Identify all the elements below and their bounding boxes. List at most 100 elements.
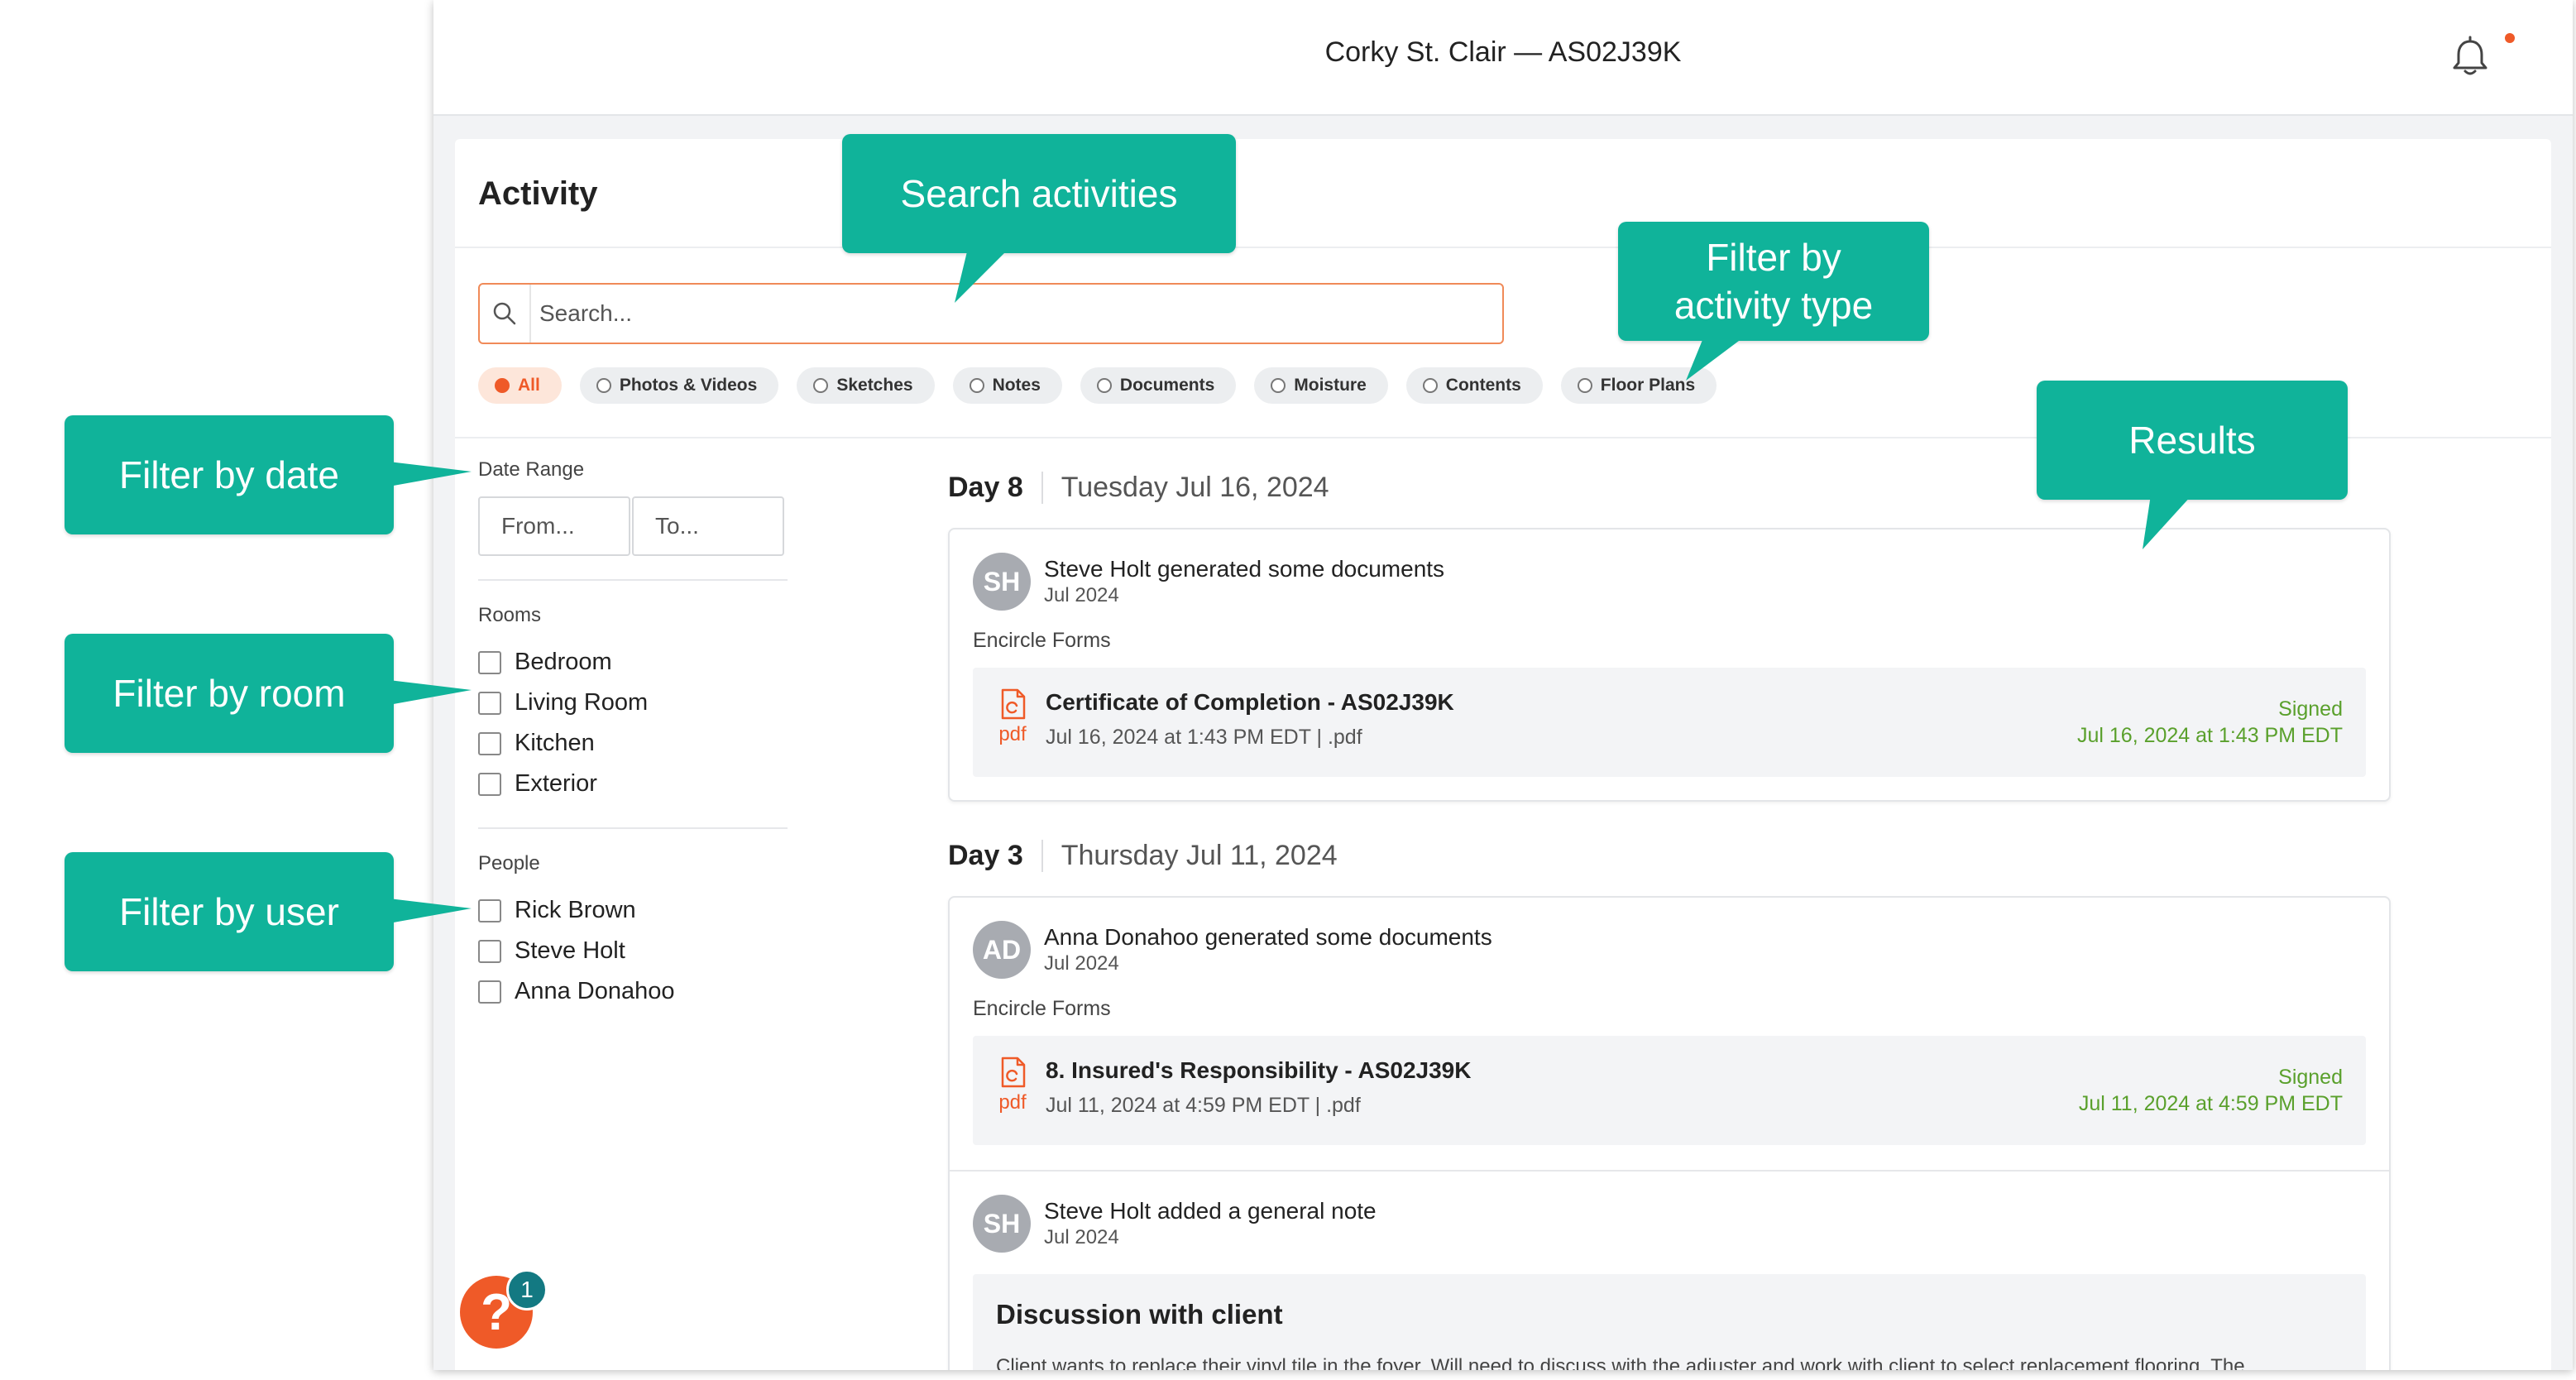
day-date: Tuesday Jul 16, 2024 (1061, 471, 1329, 503)
callout-type-line2: activity type (1673, 284, 1874, 327)
person-filter-rick-brown[interactable]: Rick Brown (478, 890, 788, 931)
person-filter-label: Steve Holt (515, 937, 625, 964)
activity-entry: SH Steve Holt generated some documents Jul… (973, 553, 2366, 777)
callout-user-pointer (389, 898, 472, 923)
rooms-label: Rooms (478, 604, 542, 626)
notification-dot (2505, 33, 2515, 43)
people-label: People (478, 852, 540, 874)
filter-chip-label: Contents (1445, 376, 1521, 395)
panel-header: Activity (455, 139, 2551, 248)
radio-icon (813, 378, 829, 393)
checkbox[interactable] (478, 691, 501, 715)
entry-description: Steve Holt added a general note (1044, 1198, 1377, 1224)
entry-description: Steve Holt generated some documents (1044, 556, 1445, 582)
radio-icon (596, 378, 611, 393)
note-title: Discussion with client (996, 1299, 1283, 1330)
activity-card: SH Steve Holt generated some documents Jul… (948, 528, 2391, 802)
avatar: SH (973, 553, 1031, 611)
day-number: Day 3 (948, 839, 1043, 872)
entry-header: AD Anna Donahoo generated some documents J… (973, 921, 2366, 979)
person-filter-steve-holt[interactable]: Steve Holt (478, 931, 788, 971)
checkbox[interactable] (478, 898, 501, 922)
filter-chip-sketches[interactable]: Sketches (797, 367, 935, 404)
radio-icon (1422, 378, 1438, 393)
bell-icon[interactable] (2445, 31, 2495, 81)
room-filter-exterior[interactable]: Exterior (478, 764, 788, 804)
document-group-label: Encircle Forms (973, 997, 1111, 1020)
person-filter-anna-donahoo[interactable]: Anna Donahoo (478, 971, 788, 1012)
document-group-label: Encircle Forms (973, 629, 1111, 652)
divider (478, 827, 788, 829)
signed-status: Signed Jul 16, 2024 at 1:43 PM EDT (2077, 696, 2343, 749)
avatar: AD (973, 921, 1031, 979)
app-window: Corky St. Clair — AS02J39K Activity All P… (433, 0, 2573, 1370)
callout-activity-type: Filter by activity type (1618, 222, 1929, 341)
checkbox[interactable] (478, 650, 501, 674)
checkbox[interactable] (478, 731, 501, 755)
claim-title: Corky St. Clair — AS02J39K (1324, 36, 1682, 68)
date-range: From... To... (478, 496, 788, 556)
callout-results-pointer (2143, 495, 2192, 549)
entry-description: Anna Donahoo generated some documents (1044, 924, 1492, 950)
search-icon (480, 285, 531, 343)
radio-icon (969, 378, 984, 393)
day-header: Day 3 Thursday Jul 11, 2024 (948, 827, 2391, 884)
room-filter-label: Living Room (515, 689, 649, 716)
date-from-input[interactable]: From... (478, 496, 630, 556)
pdf-label: pdf (998, 1091, 1027, 1114)
room-filter-label: Kitchen (515, 730, 595, 756)
room-filter-label: Exterior (515, 770, 597, 797)
filter-chip-label: Moisture (1294, 376, 1367, 395)
avatar: SH (973, 1195, 1031, 1253)
signed-label: Signed (2278, 697, 2343, 721)
filter-chip-label: Photos & Videos (619, 376, 758, 395)
callout-type-line1: Filter by (1706, 236, 1841, 279)
day-date: Thursday Jul 11, 2024 (1061, 839, 1338, 871)
activity-type-filters: All Photos & Videos Sketches Notes Documents… (478, 367, 1717, 404)
filter-chip-label: Documents (1119, 376, 1215, 395)
help-badge: 1 (506, 1269, 548, 1311)
pdf-file-icon: pdf (996, 688, 1029, 746)
filter-sidebar: Date Range From... To... Rooms Bedroom Li… (478, 458, 788, 1012)
filter-chip-moisture[interactable]: Moisture (1254, 367, 1388, 404)
rooms-list: Bedroom Living Room Kitchen Exterior (478, 642, 788, 804)
filter-chip-documents[interactable]: Documents (1080, 367, 1237, 404)
document-meta: Jul 11, 2024 at 4:59 PM EDT | .pdf (1046, 1094, 1361, 1117)
filter-chip-photos-videos[interactable]: Photos & Videos (579, 367, 779, 404)
top-bar: Corky St. Clair — AS02J39K (433, 0, 2573, 116)
signed-date: Jul 11, 2024 at 4:59 PM EDT (2078, 1092, 2343, 1115)
entry-date: Jul 2024 (1044, 952, 1119, 975)
room-filter-living-room[interactable]: Living Room (478, 683, 788, 723)
filter-chip-contents[interactable]: Contents (1405, 367, 1543, 404)
room-filter-kitchen[interactable]: Kitchen (478, 723, 788, 764)
document-row[interactable]: pdf 8. Insured's Responsibility - AS02J39… (973, 1036, 2366, 1145)
entry-header: SH Steve Holt added a general note Jul 202… (973, 1195, 2366, 1253)
radio-icon (1271, 378, 1286, 393)
signed-label: Signed (2278, 1066, 2343, 1089)
entry-header: SH Steve Holt generated some documents Jul… (973, 553, 2366, 611)
pdf-file-icon: pdf (996, 1056, 1029, 1114)
callout-search-pointer (955, 248, 1009, 303)
checkbox[interactable] (478, 980, 501, 1004)
filter-chip-all[interactable]: All (478, 367, 562, 404)
note-box[interactable]: Discussion with client Client wants to re… (973, 1274, 2366, 1370)
page-title: Activity (478, 175, 598, 212)
callout-type-pointer (1686, 336, 1745, 381)
document-title: Certificate of Completion - AS02J39K (1046, 689, 1454, 715)
filter-chip-notes[interactable]: Notes (952, 367, 1062, 404)
filter-chip-label: Notes (992, 376, 1041, 395)
signed-date: Jul 16, 2024 at 1:43 PM EDT (2076, 724, 2343, 747)
activity-card: AD Anna Donahoo generated some documents J… (948, 896, 2391, 1370)
activity-results: Day 8 Tuesday Jul 16, 2024 SH Steve Holt ge… (948, 458, 2391, 1370)
date-to-input[interactable]: To... (632, 496, 784, 556)
entry-date: Jul 2024 (1044, 584, 1119, 606)
room-filter-bedroom[interactable]: Bedroom (478, 642, 788, 683)
date-range-label: Date Range (478, 458, 585, 481)
person-filter-label: Rick Brown (515, 897, 636, 923)
room-filter-label: Bedroom (515, 649, 612, 675)
entry-date: Jul 2024 (1044, 1226, 1119, 1248)
checkbox[interactable] (478, 939, 501, 963)
document-row[interactable]: pdf Certificate of Completion - AS02J39K J… (973, 668, 2366, 777)
checkbox[interactable] (478, 772, 501, 796)
document-meta: Jul 16, 2024 at 1:43 PM EDT | .pdf (1046, 726, 1362, 749)
